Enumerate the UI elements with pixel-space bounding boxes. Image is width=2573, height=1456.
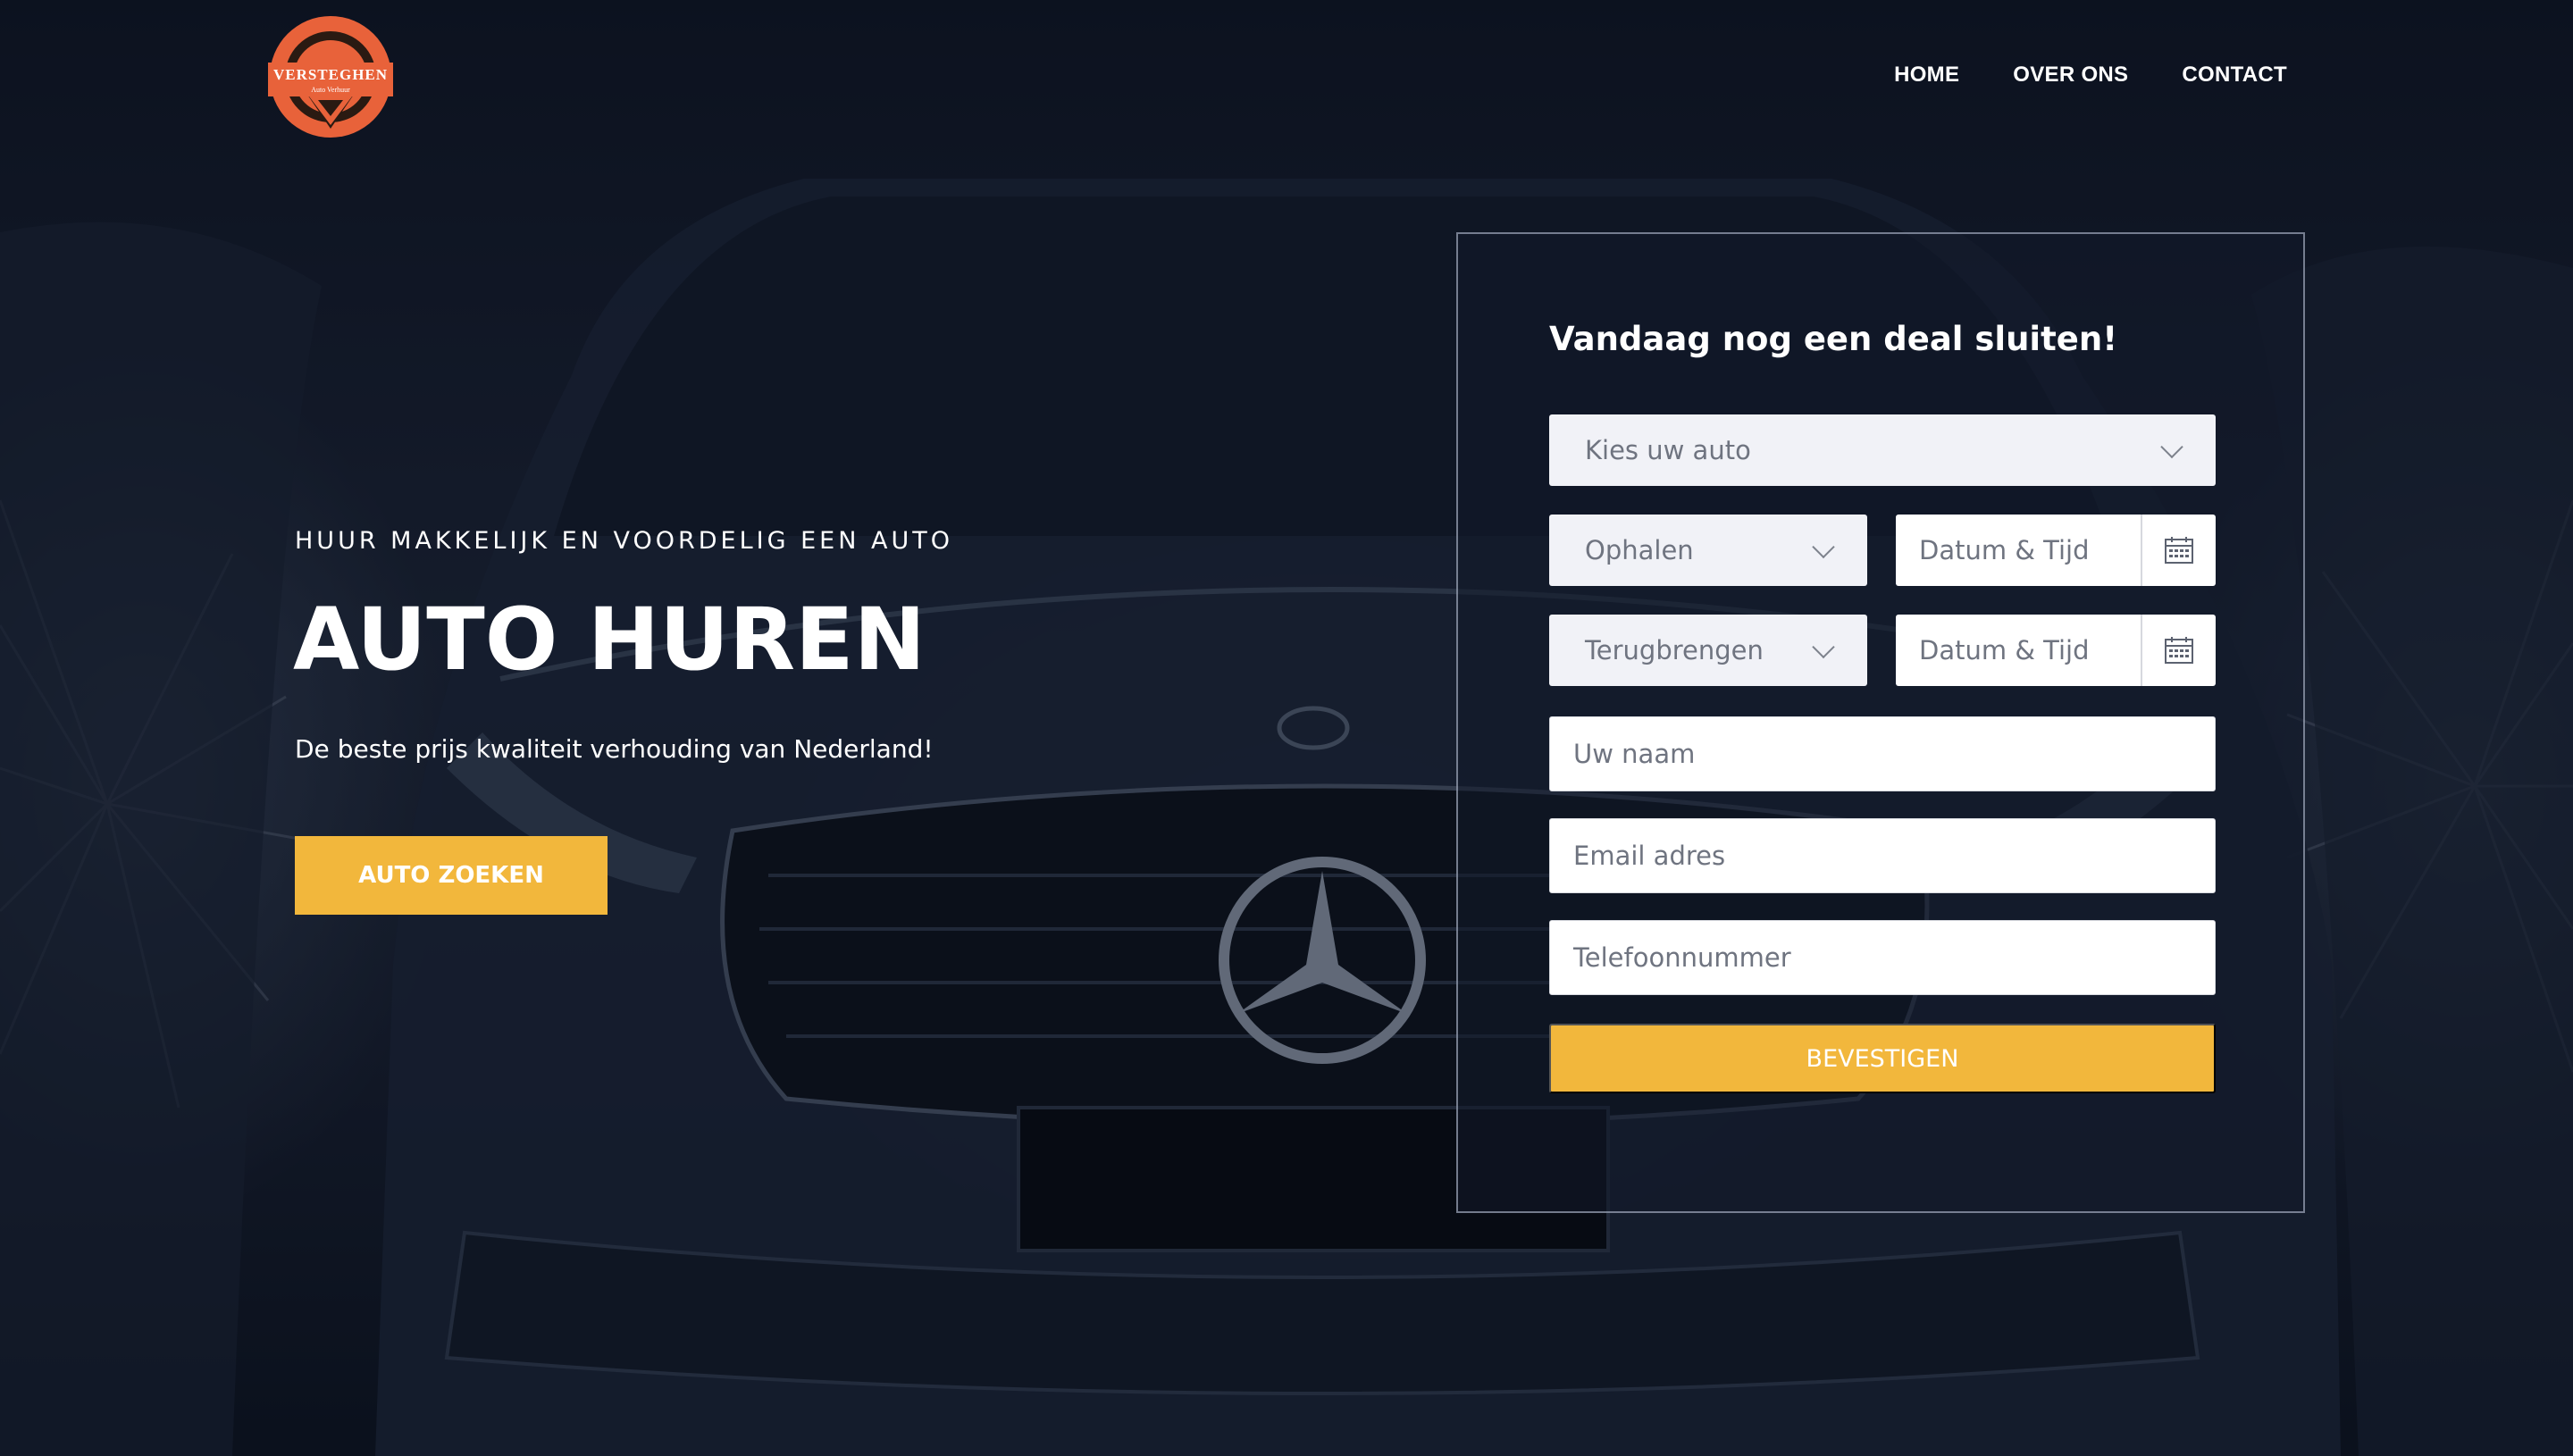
phone-placeholder: Telefoonnummer — [1573, 942, 1791, 973]
pickup-date-placeholder: Datum & Tijd — [1919, 535, 2090, 565]
nav-item-contact[interactable]: CONTACT — [2182, 63, 2287, 88]
bevestigen-button[interactable]: BEVESTIGEN — [1549, 1024, 2216, 1093]
return-datetime-input[interactable]: Datum & Tijd — [1896, 615, 2216, 686]
form-title: Vandaag nog een deal sluiten! — [1549, 320, 2118, 358]
calendar-icon[interactable] — [2141, 515, 2216, 586]
name-input[interactable]: Uw naam — [1549, 716, 2216, 791]
pickup-select-value: Ophalen — [1585, 535, 1694, 565]
return-date-placeholder: Datum & Tijd — [1919, 635, 2090, 665]
main-nav: HOME OVER ONS CONTACT — [1894, 63, 2287, 88]
return-location-select[interactable]: Terugbrengen — [1549, 615, 1867, 686]
car-select[interactable]: Kies uw auto — [1549, 414, 2216, 486]
chevron-down-icon — [2160, 435, 2183, 459]
hero-eyebrow: HUUR MAKKELIJK EN VOORDELIG EEN AUTO — [295, 527, 953, 555]
chevron-down-icon — [1812, 535, 1835, 559]
name-placeholder: Uw naam — [1573, 739, 1696, 769]
logo-name: VERSTEGHEN — [272, 66, 389, 83]
logo[interactable]: VERSTEGHEN Auto Verhuur — [268, 14, 393, 139]
return-select-value: Terugbrengen — [1585, 635, 1764, 665]
calendar-icon[interactable] — [2141, 615, 2216, 686]
hero-title: AUTO HUREN — [293, 590, 926, 690]
car-select-value: Kies uw auto — [1585, 435, 1751, 465]
phone-input[interactable]: Telefoonnummer — [1549, 920, 2216, 995]
hero-subtitle: De beste prijs kwaliteit verhouding van … — [295, 734, 934, 764]
nav-item-home[interactable]: HOME — [1894, 63, 1959, 88]
pickup-datetime-input[interactable]: Datum & Tijd — [1896, 515, 2216, 586]
booking-form: Vandaag nog een deal sluiten! Kies uw au… — [1456, 232, 2305, 1213]
chevron-down-icon — [1812, 635, 1835, 659]
email-input[interactable]: Email adres — [1549, 818, 2216, 893]
logo-tagline: Auto Verhuur — [311, 86, 350, 94]
pickup-location-select[interactable]: Ophalen — [1549, 515, 1867, 586]
nav-item-over-ons[interactable]: OVER ONS — [2013, 63, 2128, 88]
auto-zoeken-button[interactable]: AUTO ZOEKEN — [295, 836, 608, 915]
email-placeholder: Email adres — [1573, 841, 1726, 871]
